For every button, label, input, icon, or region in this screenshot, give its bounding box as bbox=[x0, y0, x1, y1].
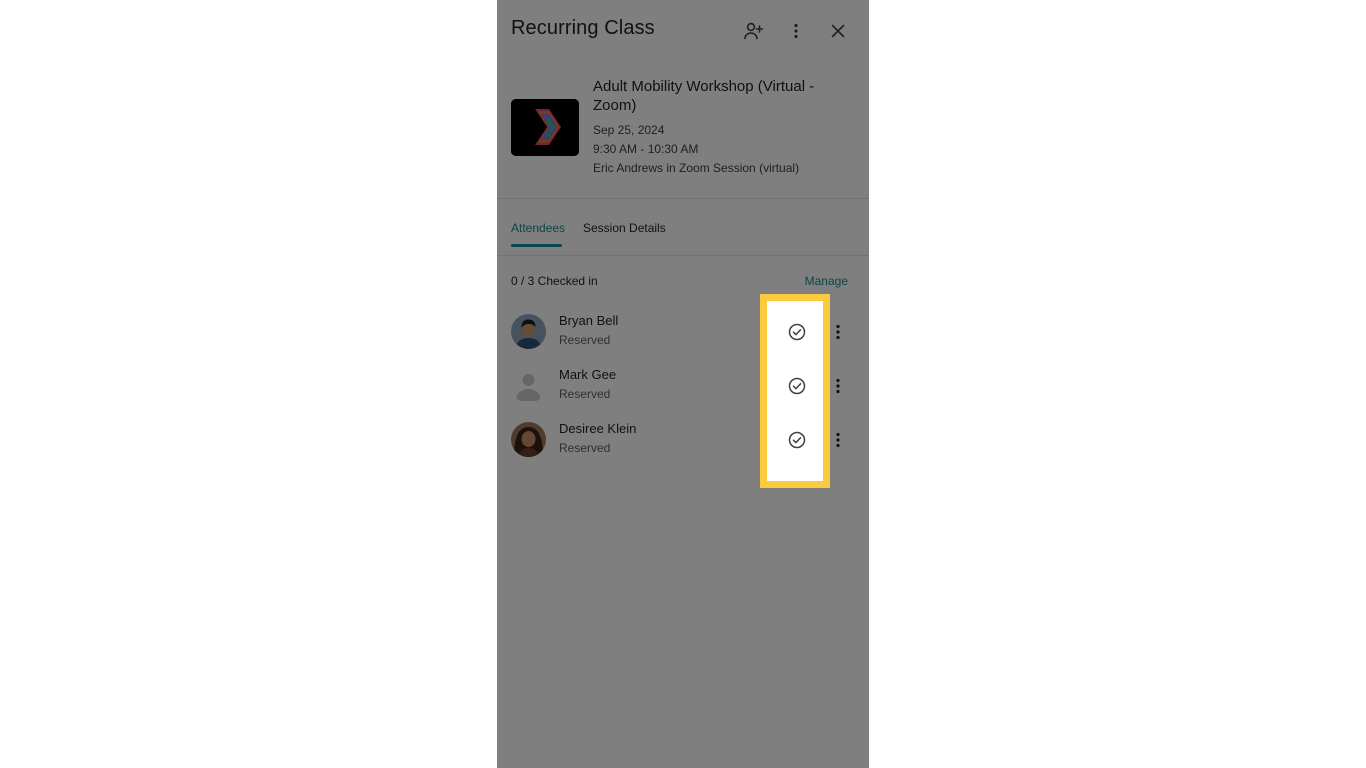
attendee-status: Reserved bbox=[559, 441, 611, 455]
attendee-name: Desiree Klein bbox=[559, 421, 637, 436]
attendee-name: Bryan Bell bbox=[559, 313, 619, 328]
tab-attendees[interactable]: Attendees bbox=[511, 221, 565, 235]
close-icon[interactable] bbox=[826, 19, 850, 43]
check-in-circle-icon[interactable] bbox=[787, 322, 807, 342]
event-instructor-location: Eric Andrews in Zoom Session (virtual) bbox=[593, 161, 800, 175]
event-time: 9:30 AM - 10:30 AM bbox=[593, 142, 699, 156]
checked-in-count: 0 / 3 Checked in bbox=[511, 274, 598, 288]
tab-session-details[interactable]: Session Details bbox=[583, 221, 666, 235]
check-in-circle-icon[interactable] bbox=[787, 430, 807, 450]
panel-title: Recurring Class bbox=[511, 17, 655, 39]
attendee-more-icon[interactable] bbox=[833, 377, 843, 395]
class-logo-image bbox=[511, 99, 579, 156]
check-in-circle-icon[interactable] bbox=[787, 376, 807, 396]
avatar bbox=[511, 368, 546, 403]
event-summary: Adult Mobility Workshop (Virtual - Zoom)… bbox=[497, 62, 869, 199]
more-vertical-icon[interactable] bbox=[784, 19, 808, 43]
attendee-more-icon[interactable] bbox=[833, 431, 843, 449]
panel-header: Recurring Class bbox=[497, 0, 869, 62]
add-person-icon[interactable] bbox=[742, 19, 766, 43]
section-divider bbox=[497, 198, 869, 199]
active-tab-indicator bbox=[511, 244, 562, 247]
avatar bbox=[511, 314, 546, 349]
event-date: Sep 25, 2024 bbox=[593, 123, 665, 137]
attendee-status: Reserved bbox=[559, 333, 611, 347]
avatar bbox=[511, 422, 546, 457]
manage-link[interactable]: Manage bbox=[805, 274, 848, 288]
event-title: Adult Mobility Workshop (Virtual - Zoom) bbox=[593, 78, 815, 114]
attendee-status: Reserved bbox=[559, 387, 611, 401]
tabs-divider bbox=[497, 255, 869, 256]
attendee-name: Mark Gee bbox=[559, 367, 617, 382]
attendee-more-icon[interactable] bbox=[833, 323, 843, 341]
